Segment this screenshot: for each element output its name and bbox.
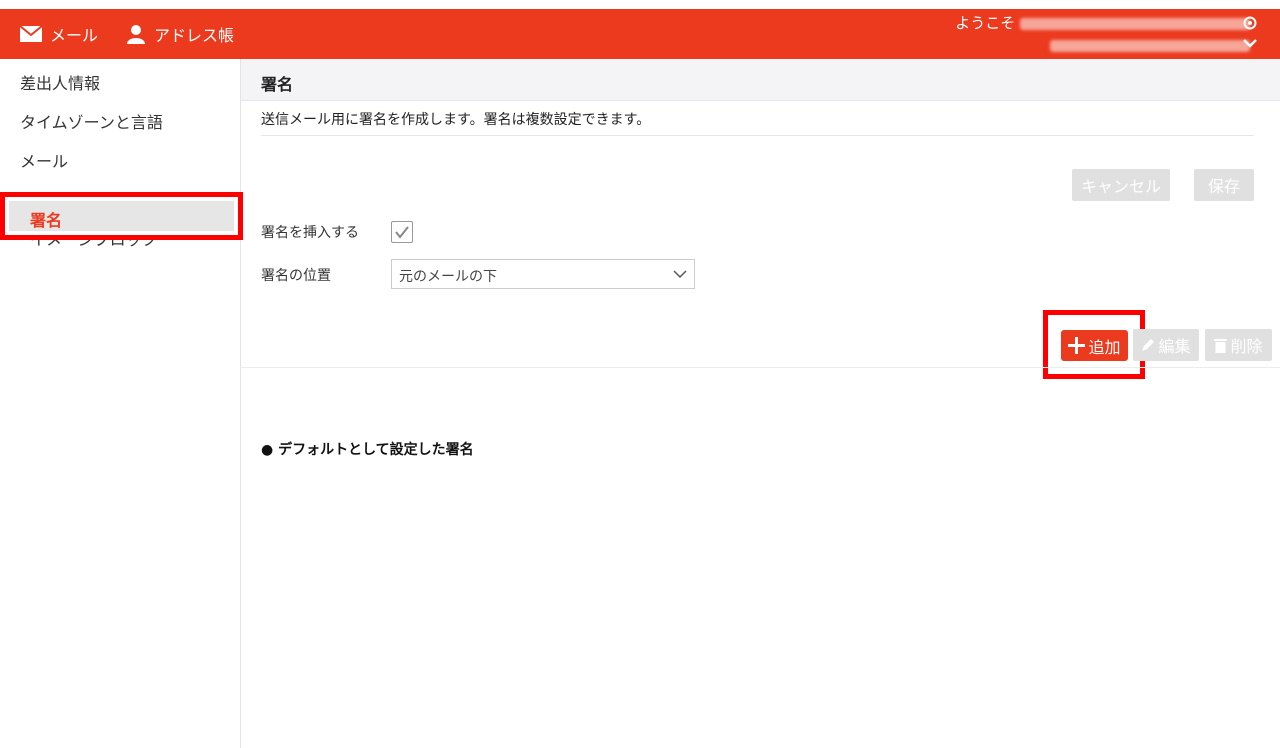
top-strip bbox=[0, 0, 1280, 9]
welcome-area: ようこそ bbox=[955, 12, 1250, 56]
signature-position-select[interactable]: 元のメールの下 bbox=[391, 259, 695, 289]
address-book-nav[interactable]: アドレス帳 bbox=[126, 22, 234, 46]
user-icon bbox=[127, 25, 145, 44]
gear-icon[interactable] bbox=[1242, 15, 1258, 31]
save-button[interactable]: 保存 bbox=[1194, 169, 1254, 201]
page-title: 署名 bbox=[261, 75, 294, 94]
user-name-blurred bbox=[1020, 17, 1250, 30]
pencil-icon bbox=[1142, 339, 1155, 351]
address-book-label: アドレス帳 bbox=[154, 26, 235, 45]
insert-signature-label: 署名を挿入する bbox=[261, 225, 359, 241]
divider bbox=[241, 367, 1280, 368]
sidebar-item-timezone-language[interactable]: タイムゾーンと言語 bbox=[20, 109, 163, 133]
delete-signature-button[interactable]: 削除 bbox=[1205, 329, 1272, 361]
mail-icon bbox=[20, 26, 42, 42]
insert-signature-checkbox[interactable] bbox=[391, 221, 413, 243]
signature-position-label: 署名の位置 bbox=[261, 268, 331, 284]
add-button-label: 追加 bbox=[1088, 337, 1121, 357]
check-icon bbox=[395, 226, 409, 239]
divider bbox=[261, 135, 1254, 136]
welcome-label: ようこそ bbox=[955, 14, 1016, 32]
sidebar-item-mail[interactable]: メール bbox=[20, 148, 68, 172]
plus-icon bbox=[1068, 337, 1086, 354]
mail-nav-label: メール bbox=[50, 26, 99, 45]
user-email-blurred bbox=[1050, 39, 1250, 52]
cancel-button[interactable]: キャンセル bbox=[1072, 169, 1170, 201]
trash-icon bbox=[1214, 338, 1228, 353]
sidebar-item-sender-info[interactable]: 差出人情報 bbox=[20, 70, 100, 94]
delete-button-label: 削除 bbox=[1230, 337, 1263, 356]
chevron-down-icon bbox=[673, 270, 687, 279]
default-signature-heading: ● デフォルトとして設定した署名 bbox=[261, 442, 474, 458]
edit-signature-button[interactable]: 編集 bbox=[1133, 329, 1199, 361]
sidebar-item-signature[interactable]: 署名 bbox=[30, 207, 62, 231]
app-header: メール アドレス帳 ようこそ bbox=[0, 9, 1280, 59]
edit-button-label: 編集 bbox=[1158, 337, 1191, 356]
signature-position-value: 元のメールの下 bbox=[399, 269, 497, 285]
mail-nav[interactable]: メール bbox=[20, 22, 98, 46]
add-signature-button[interactable]: 追加 bbox=[1061, 330, 1128, 361]
chevron-down-icon[interactable] bbox=[1242, 37, 1258, 49]
section-header: 署名 bbox=[241, 59, 1280, 101]
signature-description: 送信メール用に署名を作成します。署名は複数設定できます。 bbox=[261, 112, 651, 128]
